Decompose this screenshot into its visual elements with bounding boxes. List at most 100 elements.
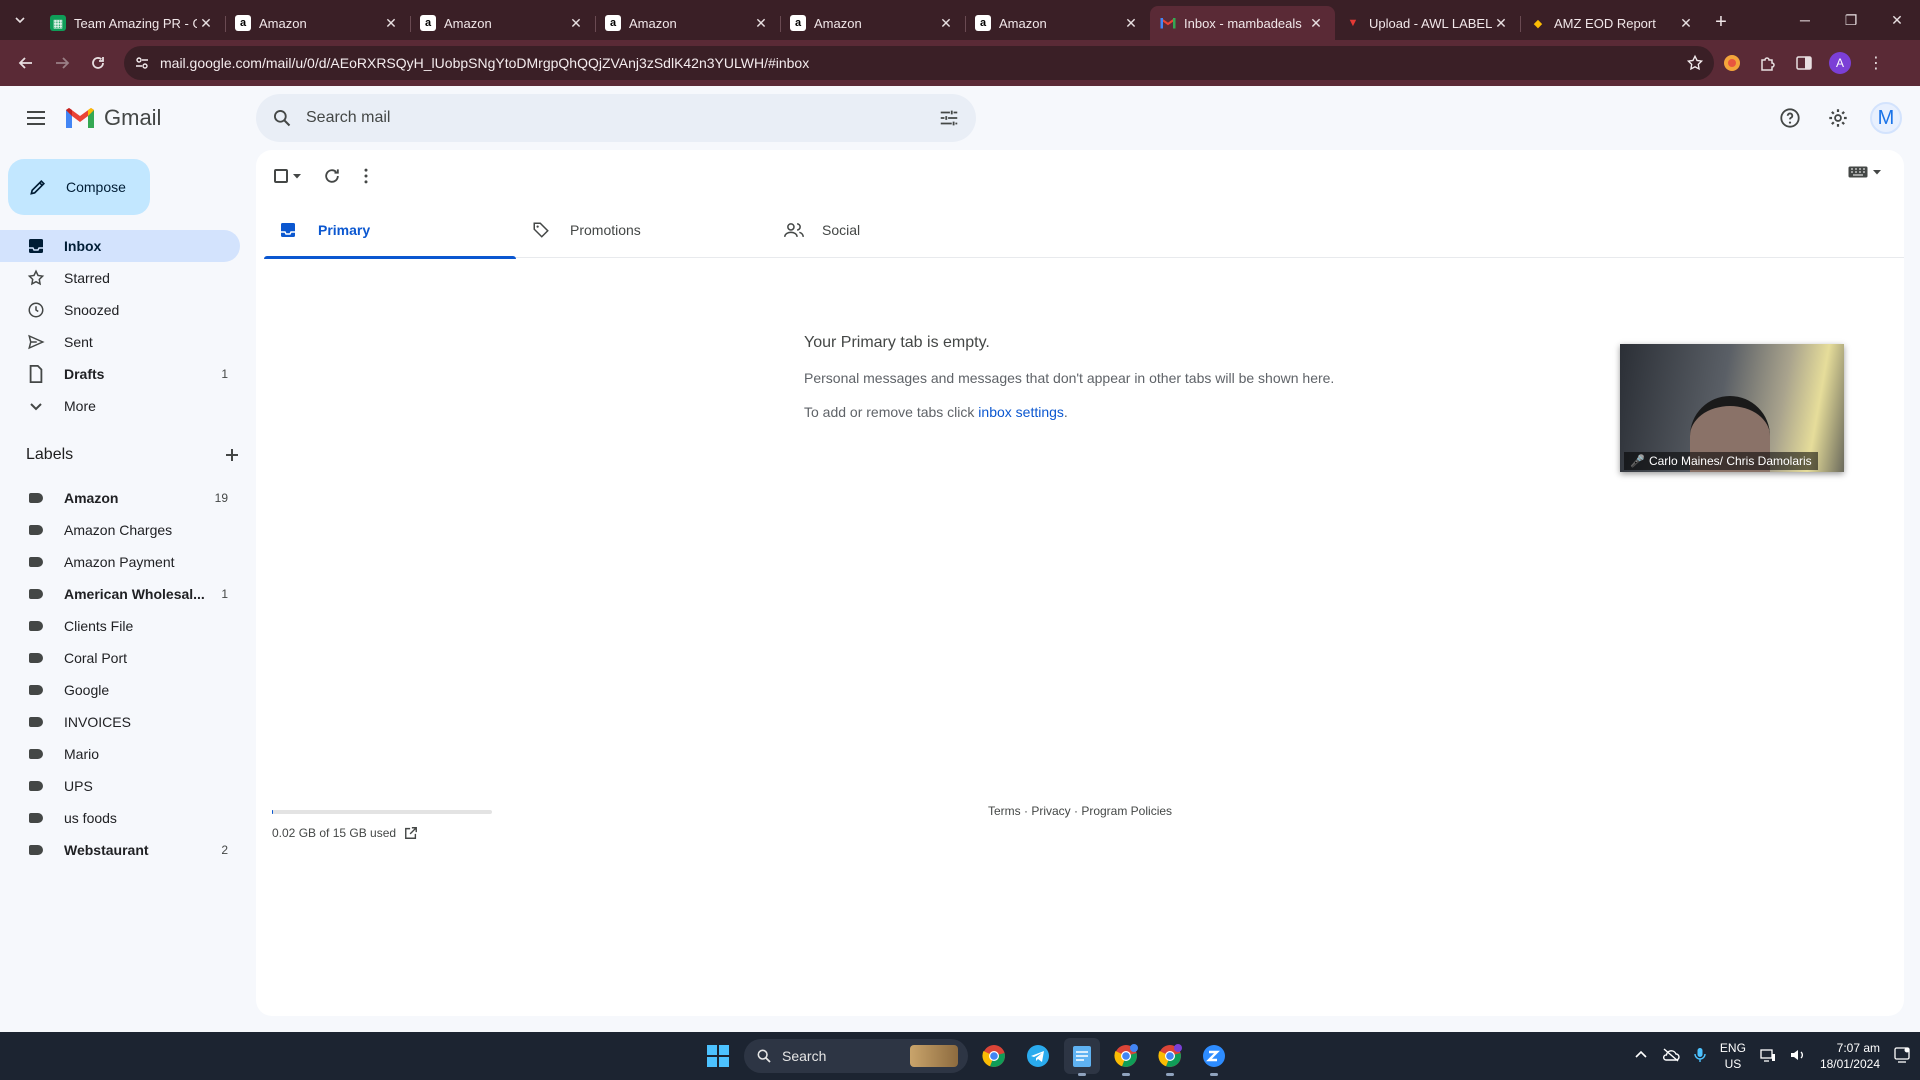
- compose-button[interactable]: Compose: [8, 159, 150, 215]
- back-button[interactable]: [8, 45, 44, 81]
- nav-label: Snoozed: [64, 302, 120, 318]
- draft-icon: [26, 364, 46, 384]
- notepad-taskbar-icon[interactable]: [1064, 1038, 1100, 1076]
- start-button[interactable]: [700, 1038, 736, 1074]
- chrome-taskbar-icon[interactable]: [976, 1038, 1012, 1074]
- close-icon[interactable]: ✕: [197, 15, 215, 32]
- tab-primary[interactable]: Primary: [264, 202, 516, 259]
- add-label-icon[interactable]: [224, 447, 240, 463]
- chevron-up-icon[interactable]: [1634, 1048, 1648, 1065]
- close-icon[interactable]: ✕: [382, 15, 400, 32]
- extension-color-icon[interactable]: [1714, 45, 1750, 81]
- reload-button[interactable]: [80, 45, 116, 81]
- label-item[interactable]: Amazon Payment: [0, 546, 240, 578]
- taskbar-search[interactable]: Search: [744, 1039, 968, 1073]
- tab-promotions[interactable]: Promotions: [516, 202, 768, 258]
- browser-toolbar: mail.google.com/mail/u/0/d/AEoRXRSQyH_lU…: [0, 40, 1920, 86]
- chrome-profile-2-taskbar-icon[interactable]: [1152, 1038, 1188, 1076]
- nav-item-inbox[interactable]: Inbox: [0, 230, 240, 262]
- network-icon[interactable]: [1760, 1048, 1776, 1065]
- browser-tab-active[interactable]: Inbox - mambadeals ✕: [1150, 6, 1335, 40]
- close-icon[interactable]: ✕: [752, 15, 770, 32]
- search-input[interactable]: Search mail: [306, 109, 938, 127]
- browser-tab[interactable]: a Amazon ✕: [410, 6, 595, 40]
- browser-menu-icon[interactable]: ⋮: [1858, 45, 1894, 81]
- settings-button[interactable]: [1818, 98, 1858, 138]
- browser-tab[interactable]: ▦ Team Amazing PR - G ✕: [40, 6, 225, 40]
- profile-avatar: A: [1829, 52, 1851, 74]
- label-item[interactable]: UPS: [0, 770, 240, 802]
- nav-item-snoozed[interactable]: Snoozed: [0, 294, 240, 326]
- side-panel-icon[interactable]: [1786, 45, 1822, 81]
- close-icon[interactable]: ✕: [1122, 15, 1140, 32]
- video-call-overlay[interactable]: 🎤 Carlo Maines/ Chris Damolaris: [1620, 344, 1844, 472]
- search-options-icon[interactable]: [938, 107, 960, 129]
- nav-item-sent[interactable]: Sent: [0, 326, 240, 358]
- bookmark-star-icon[interactable]: [1686, 54, 1704, 72]
- restore-icon[interactable]: ❐: [1828, 0, 1874, 40]
- extensions-puzzle-icon[interactable]: [1750, 45, 1786, 81]
- gmail-icon: [1160, 15, 1176, 31]
- label-item[interactable]: Amazon Charges: [0, 514, 240, 546]
- site-info-icon[interactable]: [134, 55, 150, 71]
- language-indicator[interactable]: ENG US: [1720, 1040, 1746, 1072]
- label-item[interactable]: Google: [0, 674, 240, 706]
- label-item[interactable]: Mario: [0, 738, 240, 770]
- tab-title: Upload - AWL LABEL: [1369, 15, 1492, 31]
- browser-tab[interactable]: ▼ Upload - AWL LABEL ✕: [1335, 6, 1520, 40]
- browser-tab[interactable]: a Amazon ✕: [225, 6, 410, 40]
- search-icon[interactable]: [272, 108, 292, 128]
- cloud-offline-icon[interactable]: [1662, 1047, 1680, 1065]
- support-button[interactable]: [1770, 98, 1810, 138]
- tab-label: Primary: [318, 222, 371, 238]
- microphone-icon[interactable]: [1694, 1047, 1706, 1066]
- account-button[interactable]: M: [1866, 98, 1906, 138]
- chrome-profile-1-taskbar-icon[interactable]: [1108, 1038, 1144, 1076]
- nav-item-more[interactable]: More: [0, 390, 240, 422]
- main-menu-button[interactable]: [16, 98, 56, 138]
- address-bar[interactable]: mail.google.com/mail/u/0/d/AEoRXRSQyH_lU…: [124, 46, 1714, 80]
- clock[interactable]: 7:07 am 18/01/2024: [1820, 1040, 1880, 1072]
- volume-icon[interactable]: [1790, 1048, 1806, 1065]
- footer-links[interactable]: Terms · Privacy · Program Policies: [988, 804, 1172, 818]
- label-item[interactable]: Webstaurant 2: [0, 834, 240, 866]
- tab-social[interactable]: Social: [768, 202, 1020, 258]
- browser-tab[interactable]: a Amazon ✕: [595, 6, 780, 40]
- storage-info: 0.02 GB of 15 GB used: [272, 826, 492, 840]
- label-item[interactable]: Clients File: [0, 610, 240, 642]
- label-item[interactable]: INVOICES: [0, 706, 240, 738]
- close-window-icon[interactable]: ✕: [1874, 0, 1920, 40]
- browser-tab[interactable]: a Amazon ✕: [965, 6, 1150, 40]
- minimize-icon[interactable]: ─: [1782, 0, 1828, 40]
- profile-button[interactable]: A: [1822, 45, 1858, 81]
- close-icon[interactable]: ✕: [1677, 15, 1695, 32]
- telegram-taskbar-icon[interactable]: [1020, 1038, 1056, 1074]
- tab-search-button[interactable]: [6, 6, 34, 34]
- close-icon[interactable]: ✕: [937, 15, 955, 32]
- label-item[interactable]: Amazon 19: [0, 482, 240, 514]
- close-icon[interactable]: ✕: [1492, 15, 1510, 32]
- browser-tab[interactable]: a Amazon ✕: [780, 6, 965, 40]
- category-tabs: Primary Promotions Social: [264, 202, 1904, 259]
- input-tools-toggle[interactable]: [1848, 166, 1882, 178]
- close-icon[interactable]: ✕: [1307, 15, 1325, 32]
- label-name: Amazon Payment: [64, 554, 175, 570]
- notifications-icon[interactable]: [1894, 1046, 1910, 1066]
- refresh-icon[interactable]: [322, 166, 342, 186]
- nav-item-starred[interactable]: Starred: [0, 262, 240, 294]
- zoom-taskbar-icon[interactable]: [1196, 1038, 1232, 1076]
- nav-item-drafts[interactable]: Drafts 1: [0, 358, 240, 390]
- open-external-icon[interactable]: [404, 826, 418, 840]
- new-tab-button[interactable]: +: [1705, 6, 1737, 38]
- label-item[interactable]: us foods: [0, 802, 240, 834]
- search-bar[interactable]: Search mail: [256, 94, 976, 142]
- label-item[interactable]: American Wholesal... 1: [0, 578, 240, 610]
- gmail-logo[interactable]: Gmail: [64, 105, 161, 131]
- close-icon[interactable]: ✕: [567, 15, 585, 32]
- browser-tab[interactable]: ◆ AMZ EOD Report ✕: [1520, 6, 1705, 40]
- select-all-checkbox[interactable]: [268, 160, 308, 192]
- label-item[interactable]: Coral Port: [0, 642, 240, 674]
- forward-button[interactable]: [44, 45, 80, 81]
- more-vert-icon[interactable]: [356, 166, 376, 186]
- inbox-settings-link[interactable]: inbox settings: [978, 404, 1064, 420]
